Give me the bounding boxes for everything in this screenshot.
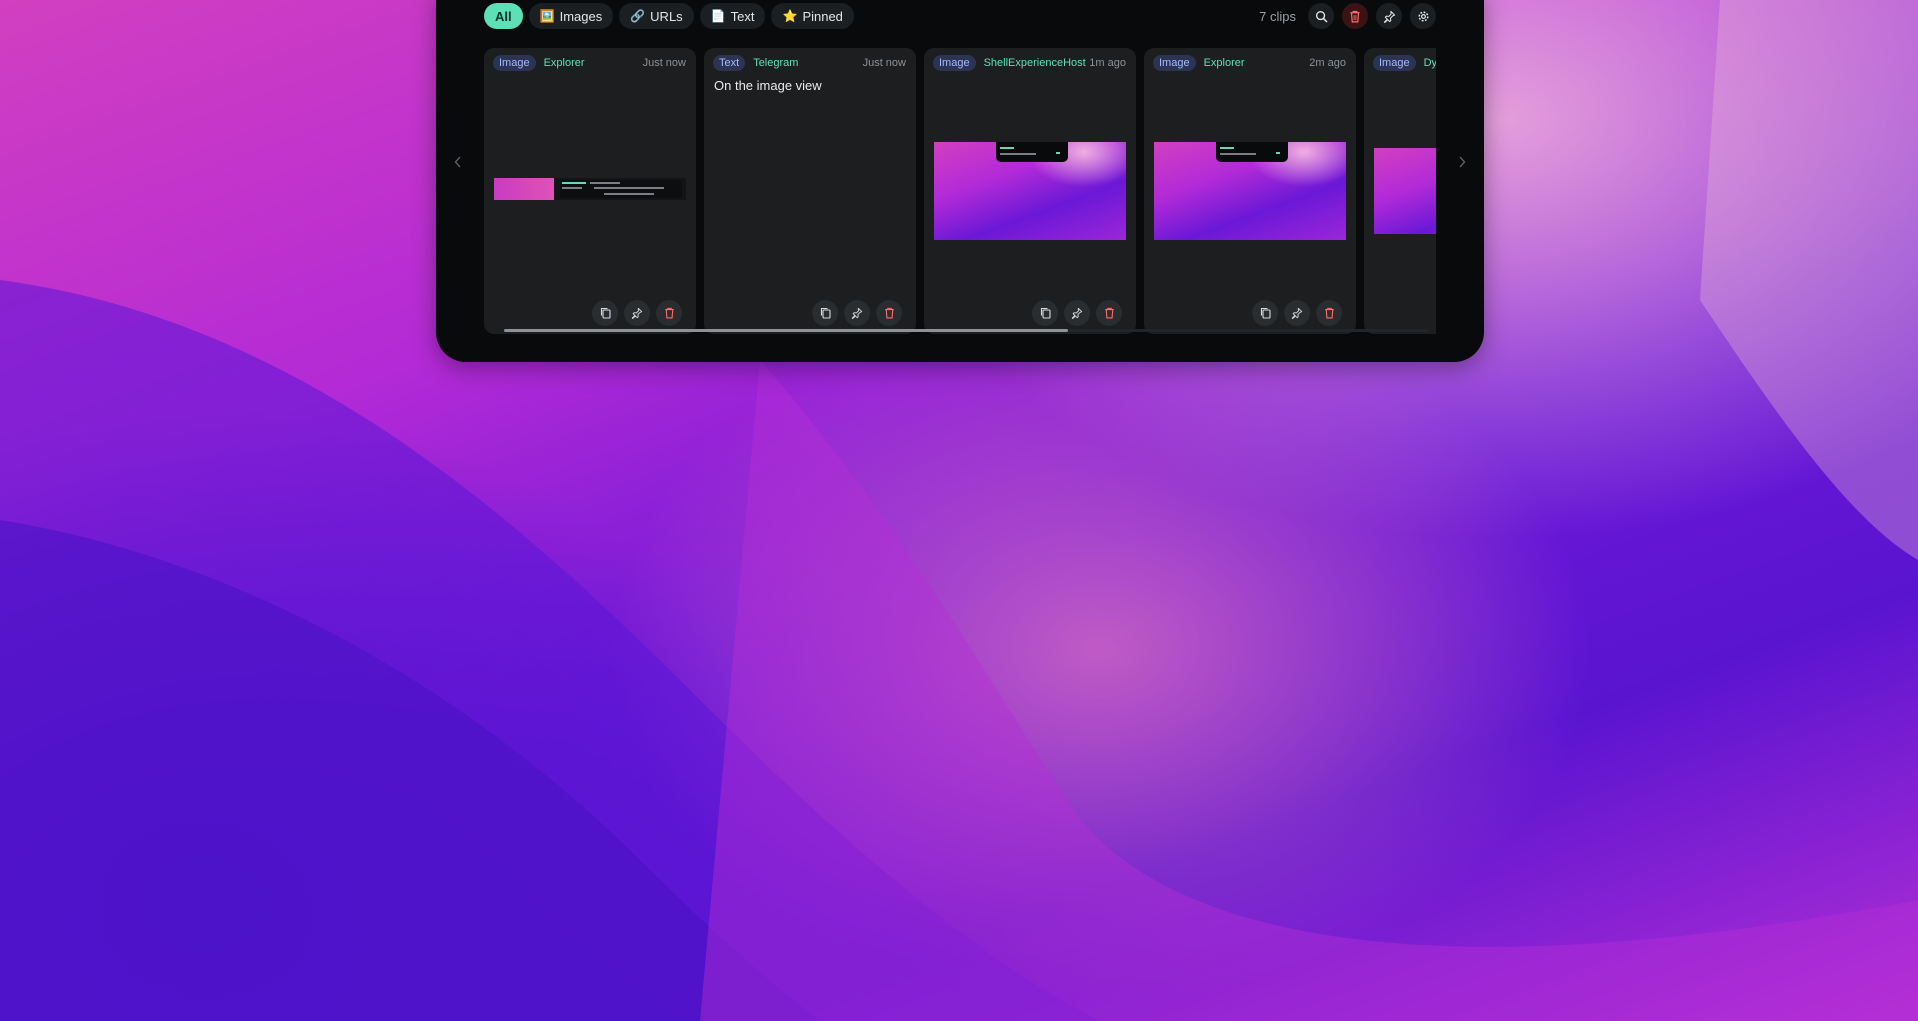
clip-time: Just now xyxy=(642,57,686,69)
pin-button[interactable] xyxy=(1284,300,1310,326)
link-icon: 🔗 xyxy=(630,9,646,23)
pin-window-button[interactable] xyxy=(1376,3,1402,29)
clip-card[interactable]: Image Explorer Just now xyxy=(484,48,696,334)
pin-icon xyxy=(1383,10,1395,23)
copy-button[interactable] xyxy=(1252,300,1278,326)
star-icon: ⭐ xyxy=(782,9,798,23)
clip-card-header: Image Explorer Just now xyxy=(493,55,686,71)
clip-text-content: On the image view xyxy=(714,78,822,93)
filter-urls-label: URLs xyxy=(650,8,683,24)
filter-pinned[interactable]: ⭐ Pinned xyxy=(771,3,854,29)
pin-icon xyxy=(1071,307,1083,319)
clip-actions xyxy=(1032,300,1122,326)
toolbar: All 🖼️ Images 🔗 URLs 📄 Text ⭐ Pinned 7 c… xyxy=(484,2,1436,30)
scroll-left-button[interactable] xyxy=(450,150,466,174)
filter-pinned-label: Pinned xyxy=(802,8,843,24)
delete-button[interactable] xyxy=(1096,300,1122,326)
copy-icon xyxy=(1260,307,1271,319)
copy-button[interactable] xyxy=(592,300,618,326)
filter-all-label: All xyxy=(495,8,512,24)
clip-source: Dy xyxy=(1423,57,1436,69)
clip-card[interactable]: Image Explorer 2m ago xyxy=(1144,48,1356,334)
trash-icon xyxy=(664,307,674,319)
copy-icon xyxy=(600,307,611,319)
clip-actions xyxy=(812,300,902,326)
delete-button[interactable] xyxy=(656,300,682,326)
chevron-right-icon xyxy=(1459,156,1466,168)
clip-card-header: Image Dy xyxy=(1373,55,1436,71)
clip-card-header: Image Explorer 2m ago xyxy=(1153,55,1346,71)
filter-text-label: Text xyxy=(730,8,755,24)
delete-button[interactable] xyxy=(1316,300,1342,326)
trash-icon xyxy=(884,307,894,319)
clip-image-preview xyxy=(934,142,1126,240)
scroll-right-button[interactable] xyxy=(1454,150,1470,174)
horizontal-scrollbar[interactable] xyxy=(504,329,1428,332)
clip-type-badge: Image xyxy=(1153,55,1196,71)
toolbar-actions: 7 clips xyxy=(1259,3,1436,29)
pin-icon xyxy=(631,307,643,319)
clip-image-preview xyxy=(1154,142,1346,240)
trash-icon xyxy=(1324,307,1334,319)
clip-type-badge: Image xyxy=(493,55,536,71)
pin-icon xyxy=(851,307,863,319)
clip-card-header: Text Telegram Just now xyxy=(713,55,906,71)
search-icon xyxy=(1315,10,1327,22)
clip-time: 1m ago xyxy=(1089,57,1126,69)
trash-icon xyxy=(1104,307,1114,319)
clip-source: Explorer xyxy=(1203,57,1245,69)
filter-text[interactable]: 📄 Text xyxy=(699,3,766,29)
search-button[interactable] xyxy=(1308,3,1334,29)
settings-button[interactable] xyxy=(1410,3,1436,29)
clear-all-button[interactable] xyxy=(1342,3,1368,29)
clip-source: Telegram xyxy=(753,57,799,69)
filter-images-label: Images xyxy=(559,8,603,24)
clip-time: Just now xyxy=(862,57,906,69)
clip-image-preview xyxy=(494,178,686,200)
clip-actions xyxy=(592,300,682,326)
trash-icon xyxy=(1350,10,1360,22)
clip-count: 7 clips xyxy=(1259,8,1296,24)
clip-type-badge: Image xyxy=(933,55,976,71)
copy-icon xyxy=(820,307,831,319)
gear-icon xyxy=(1417,10,1429,22)
clip-card[interactable]: Image ShellExperienceHost 1m ago xyxy=(924,48,1136,334)
clip-list[interactable]: Image Explorer Just now Text Telegram Ju… xyxy=(484,48,1436,334)
clip-card[interactable]: Image Dy xyxy=(1364,48,1436,334)
clip-card[interactable]: Text Telegram Just now On the image view xyxy=(704,48,916,334)
copy-icon xyxy=(1040,307,1051,319)
copy-button[interactable] xyxy=(812,300,838,326)
document-icon: 📄 xyxy=(710,9,726,23)
copy-button[interactable] xyxy=(1032,300,1058,326)
clip-source: ShellExperienceHost xyxy=(983,57,1086,69)
filter-urls[interactable]: 🔗 URLs xyxy=(619,3,694,29)
clip-type-badge: Text xyxy=(713,55,746,71)
delete-button[interactable] xyxy=(876,300,902,326)
pin-button[interactable] xyxy=(1064,300,1090,326)
pin-button[interactable] xyxy=(844,300,870,326)
clip-image-preview xyxy=(1374,148,1436,234)
pin-icon xyxy=(1291,307,1303,319)
filter-images[interactable]: 🖼️ Images xyxy=(528,3,614,29)
clip-source: Explorer xyxy=(543,57,585,69)
filter-chips: All 🖼️ Images 🔗 URLs 📄 Text ⭐ Pinned xyxy=(484,3,854,29)
scrollbar-thumb[interactable] xyxy=(504,329,1068,332)
clip-time: 2m ago xyxy=(1309,57,1346,69)
pin-button[interactable] xyxy=(624,300,650,326)
clip-card-header: Image ShellExperienceHost 1m ago xyxy=(933,55,1126,71)
image-icon: 🖼️ xyxy=(539,9,555,23)
clipboard-panel: All 🖼️ Images 🔗 URLs 📄 Text ⭐ Pinned 7 c… xyxy=(436,0,1484,362)
chevron-left-icon xyxy=(454,156,461,168)
filter-all[interactable]: All xyxy=(484,3,523,29)
clip-actions xyxy=(1252,300,1342,326)
clip-type-badge: Image xyxy=(1373,55,1416,71)
